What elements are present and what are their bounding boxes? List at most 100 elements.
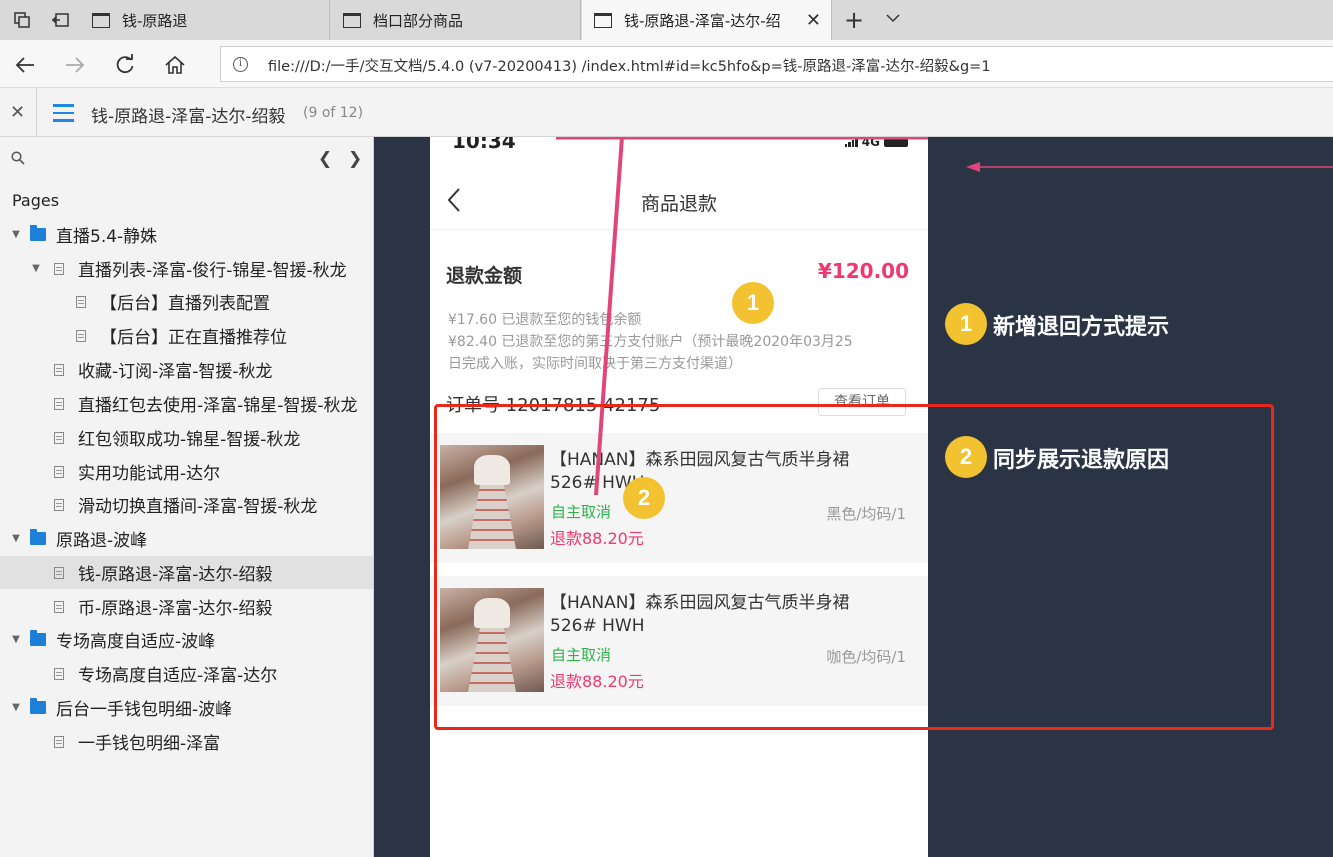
divider xyxy=(430,229,928,230)
pages-sidebar: ❮ ❯ Pages ▼ 直播5.4-静姝 ▼ 直播列表-泽富-俊行-锦星-智援-… xyxy=(0,137,374,857)
caret-down-icon[interactable]: ▼ xyxy=(30,263,42,274)
page-icon xyxy=(594,12,612,28)
tree-label: 直播列表-泽富-俊行-锦星-智援-秋龙 xyxy=(78,261,347,281)
browser-tab-strip: 钱-原路退 档口部分商品 钱-原路退-泽富-达尔-绍 ✕ + xyxy=(0,0,1333,40)
tree-label: 专场高度自适应-波峰 xyxy=(56,632,216,652)
folder-icon xyxy=(30,225,46,241)
network-type: 4G xyxy=(861,137,880,149)
tree-page[interactable]: 收藏-订阅-泽富-智援-秋龙 xyxy=(0,353,373,386)
tree-page[interactable]: ▼ 直播列表-泽富-俊行-锦星-智援-秋龙 xyxy=(0,252,373,285)
refund-amount: ¥120.00 xyxy=(817,259,909,283)
tree-page[interactable]: 滑动切换直播间-泽富-智援-秋龙 xyxy=(0,488,373,521)
folder-icon xyxy=(30,529,46,545)
refund-note: ¥17.60 已退款至您的钱包余额 xyxy=(448,312,642,328)
tree-label: 收藏-订阅-泽富-智援-秋龙 xyxy=(78,362,273,382)
browser-tab-1[interactable]: 钱-原路退 xyxy=(80,0,330,40)
annotation-badge: 1 xyxy=(732,282,774,324)
home-icon[interactable] xyxy=(162,52,188,78)
annotation-badge: 2 xyxy=(623,477,665,519)
previous-page-icon[interactable]: ❮ xyxy=(318,149,332,169)
caret-down-icon[interactable]: ▼ xyxy=(10,229,22,240)
tree-label: 【后台】正在直播推荐位 xyxy=(100,328,287,348)
browser-tab-2[interactable]: 档口部分商品 xyxy=(331,0,581,40)
url-field[interactable]: i file:///D:/一手/交互文档/5.4.0 (v7-20200413)… xyxy=(220,46,1333,82)
back-arrow-icon[interactable] xyxy=(12,52,38,78)
chevron-down-icon[interactable] xyxy=(884,9,902,31)
tree-page[interactable]: 【后台】正在直播推荐位 xyxy=(0,319,373,352)
refund-label: 退款金额 xyxy=(446,265,523,287)
new-tab-icon[interactable]: + xyxy=(844,6,864,34)
annotation-text: 新增退回方式提示 xyxy=(993,315,1170,340)
prototype-header: ✕ 钱-原路退-泽富-达尔-绍毅 (9 of 12) xyxy=(0,88,1333,137)
tree-page[interactable]: 【后台】直播列表配置 xyxy=(0,285,373,318)
nav-title: 商品退款 xyxy=(640,193,717,215)
tree-folder[interactable]: ▼ 直播5.4-静姝 xyxy=(0,218,373,251)
tab-title: 档口部分商品 xyxy=(373,11,464,30)
prototype-canvas: 10:34 4G 商品退款 退款金额 ¥120.00 ¥17.60 已退款至您的… xyxy=(374,137,1333,857)
tree-label: 后台一手钱包明细-波峰 xyxy=(56,700,233,720)
arrow-head-icon xyxy=(966,162,980,172)
next-page-icon[interactable]: ❯ xyxy=(348,149,362,169)
address-toolbar: i file:///D:/一手/交互文档/5.4.0 (v7-20200413)… xyxy=(0,40,1333,88)
battery-icon xyxy=(884,137,908,147)
close-sidebar-icon[interactable]: ✕ xyxy=(10,102,25,123)
annotation-badge: 2 xyxy=(945,436,987,478)
tree-page[interactable]: 直播红包去使用-泽富-锦星-智援-秋龙 xyxy=(0,387,373,420)
page-icon xyxy=(54,667,64,680)
tree-page[interactable]: 实用功能试用-达尔 xyxy=(0,455,373,488)
page-icon xyxy=(54,735,64,748)
page-icon xyxy=(54,397,64,410)
tree-label: 实用功能试用-达尔 xyxy=(78,464,221,484)
close-tab-icon[interactable]: ✕ xyxy=(806,10,821,31)
tree-folder[interactable]: ▼ 后台一手钱包明细-波峰 xyxy=(0,691,373,724)
tree-label: 币-原路退-泽富-达尔-绍毅 xyxy=(78,599,273,619)
page-icon xyxy=(54,262,64,275)
status-bar-icons: 4G xyxy=(844,137,908,149)
set-aside-tabs-icon[interactable] xyxy=(48,8,72,32)
tree-page[interactable]: 币-原路退-泽富-达尔-绍毅 xyxy=(0,590,373,623)
forward-arrow-icon[interactable] xyxy=(62,52,88,78)
menu-icon[interactable] xyxy=(53,104,74,127)
page-icon xyxy=(54,566,64,579)
annotation-text: 同步展示退款原因 xyxy=(993,448,1170,473)
tree-label: 直播红包去使用-泽富-锦星-智援-秋龙 xyxy=(78,396,358,416)
refund-note: ¥82.40 已退款至您的第三方支付账户（预计最晚2020年03月25 xyxy=(448,334,853,350)
page-icon xyxy=(76,295,86,308)
tree-label: 原路退-波峰 xyxy=(56,531,148,551)
url-text[interactable]: file:///D:/一手/交互文档/5.4.0 (v7-20200413) /… xyxy=(268,55,991,76)
tree-label: 【后台】直播列表配置 xyxy=(100,294,270,314)
caret-down-icon[interactable]: ▼ xyxy=(10,702,22,713)
page-icon xyxy=(54,600,64,613)
tree-label: 一手钱包明细-泽富 xyxy=(78,734,221,754)
tree-label: 滑动切换直播间-泽富-智援-秋龙 xyxy=(78,497,318,517)
status-time: 10:34 xyxy=(452,137,516,153)
page-icon xyxy=(54,498,64,511)
tree-label: 直播5.4-静姝 xyxy=(56,227,158,247)
pages-heading: Pages xyxy=(12,191,60,210)
caret-down-icon[interactable]: ▼ xyxy=(10,634,22,645)
tab-collections-icon[interactable] xyxy=(10,8,34,32)
tree-page-selected[interactable]: 钱-原路退-泽富-达尔-绍毅 xyxy=(0,556,373,589)
tree-page[interactable]: 一手钱包明细-泽富 xyxy=(0,725,373,758)
tab-title: 钱-原路退-泽富-达尔-绍 xyxy=(624,11,781,30)
page-icon xyxy=(76,329,86,342)
page-icon xyxy=(54,431,64,444)
page-icon xyxy=(92,12,110,28)
tree-folder[interactable]: ▼ 原路退-波峰 xyxy=(0,522,373,555)
page-count: (9 of 12) xyxy=(303,105,364,121)
caret-down-icon[interactable]: ▼ xyxy=(10,533,22,544)
search-icon[interactable] xyxy=(11,151,25,169)
info-icon[interactable]: i xyxy=(233,57,248,72)
page-icon xyxy=(54,363,64,376)
tree-page[interactable]: 红包领取成功-锦星-智援-秋龙 xyxy=(0,421,373,454)
refresh-icon[interactable] xyxy=(112,52,138,78)
tree-folder[interactable]: ▼ 专场高度自适应-波峰 xyxy=(0,623,373,656)
page-title: 钱-原路退-泽富-达尔-绍毅 xyxy=(91,107,286,127)
tree-label: 红包领取成功-锦星-智援-秋龙 xyxy=(78,430,301,450)
browser-tab-active[interactable]: 钱-原路退-泽富-达尔-绍 ✕ xyxy=(582,0,832,40)
refund-note: 日完成入账，实际时间取决于第三方支付渠道） xyxy=(448,356,742,372)
tree-label: 钱-原路退-泽富-达尔-绍毅 xyxy=(78,565,273,585)
tree-page[interactable]: 专场高度自适应-泽富-达尔 xyxy=(0,657,373,690)
tab-title: 钱-原路退 xyxy=(122,11,188,30)
tree-label: 专场高度自适应-泽富-达尔 xyxy=(78,666,278,686)
